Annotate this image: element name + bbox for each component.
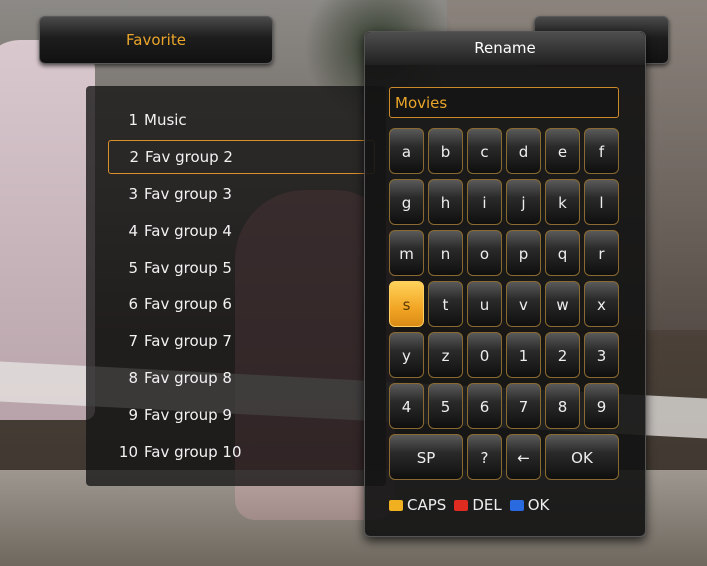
list-item[interactable]: 8 Fav group 8 (108, 362, 373, 394)
key-3[interactable]: 3 (584, 332, 619, 378)
color-legend: CAPS DEL OK (389, 495, 557, 515)
key-9[interactable]: 9 (584, 383, 619, 429)
key-r[interactable]: r (584, 230, 619, 276)
list-item[interactable]: 9 Fav group 9 (108, 399, 373, 431)
key-1[interactable]: 1 (506, 332, 541, 378)
list-item[interactable]: 7 Fav group 7 (108, 325, 373, 357)
key-d[interactable]: d (506, 128, 541, 174)
key-h[interactable]: h (428, 179, 463, 225)
key-2[interactable]: 2 (545, 332, 580, 378)
backspace-key[interactable]: ← (506, 434, 541, 480)
key-k[interactable]: k (545, 179, 580, 225)
list-item[interactable]: 5 Fav group 5 (108, 252, 373, 284)
key-0[interactable]: 0 (467, 332, 502, 378)
legend-del: DEL (472, 496, 502, 514)
list-item[interactable]: 3 Fav group 3 (108, 178, 373, 210)
name-input[interactable]: Movies (389, 87, 619, 118)
key-m[interactable]: m (389, 230, 424, 276)
legend-ok: OK (527, 496, 550, 514)
key-n[interactable]: n (428, 230, 463, 276)
key-o[interactable]: o (467, 230, 502, 276)
favorite-title: Favorite (126, 31, 186, 49)
key-a[interactable]: a (389, 128, 424, 174)
rename-dialog: Rename Movies a b c d e f g h i j k l m … (364, 31, 646, 537)
legend-caps: CAPS (407, 496, 447, 514)
key-f[interactable]: f (584, 128, 619, 174)
key-l[interactable]: l (584, 179, 619, 225)
key-c[interactable]: c (467, 128, 502, 174)
key-q[interactable]: q (545, 230, 580, 276)
list-item[interactable]: 10 Fav group 10 (108, 436, 373, 468)
yellow-button-icon (389, 499, 403, 511)
dialog-title: Rename (365, 32, 645, 65)
key-b[interactable]: b (428, 128, 463, 174)
key-7[interactable]: 7 (506, 383, 541, 429)
blue-button-icon (509, 499, 524, 511)
key-g[interactable]: g (389, 179, 424, 225)
list-item-selected[interactable]: 2 Fav group 2 (108, 140, 375, 174)
space-key[interactable]: SP (389, 434, 463, 480)
key-x[interactable]: x (584, 281, 619, 327)
key-e[interactable]: e (545, 128, 580, 174)
key-v[interactable]: v (506, 281, 541, 327)
key-z[interactable]: z (428, 332, 463, 378)
key-s[interactable]: s (389, 281, 424, 327)
list-item[interactable]: 1 Music (108, 104, 373, 136)
favorite-header-button[interactable]: Favorite (39, 16, 273, 64)
key-i[interactable]: i (467, 179, 502, 225)
key-w[interactable]: w (545, 281, 580, 327)
favorite-group-list: 1 Music 2 Fav group 2 3 Fav group 3 4 Fav gr… (86, 86, 386, 486)
red-button-icon (454, 499, 469, 511)
list-item[interactable]: 4 Fav group 4 (108, 215, 373, 247)
key-5[interactable]: 5 (428, 383, 463, 429)
key-p[interactable]: p (506, 230, 541, 276)
key-6[interactable]: 6 (467, 383, 502, 429)
key-y[interactable]: y (389, 332, 424, 378)
key-u[interactable]: u (467, 281, 502, 327)
key-j[interactable]: j (506, 179, 541, 225)
key-t[interactable]: t (428, 281, 463, 327)
key-8[interactable]: 8 (545, 383, 580, 429)
list-item[interactable]: 6 Fav group 6 (108, 288, 373, 320)
key-question[interactable]: ? (467, 434, 502, 480)
key-4[interactable]: 4 (389, 383, 424, 429)
ok-key[interactable]: OK (545, 434, 619, 480)
